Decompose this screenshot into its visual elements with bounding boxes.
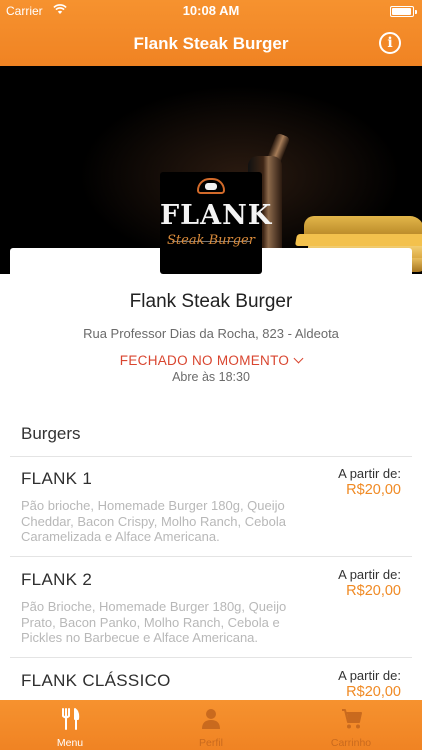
item-description: Pão Brioche, Homemade Burger 180g, Queij…	[21, 599, 287, 645]
opening-status-toggle[interactable]: FECHADO NO MOMENTO	[0, 353, 422, 368]
page-title: Flank Steak Burger	[133, 34, 289, 53]
app-header: Carrier 10:08 AM Flank Steak Burger i	[0, 0, 422, 66]
info-icon[interactable]: i	[379, 32, 401, 54]
tab-carrinho[interactable]: Carrinho	[281, 700, 421, 750]
item-price: R$20,00	[346, 583, 401, 599]
restaurant-address: Rua Professor Dias da Rocha, 823 - Aldeo…	[83, 326, 339, 341]
status-bar: Carrier 10:08 AM	[0, 0, 422, 22]
price-from-label: A partir de:	[338, 668, 401, 683]
chevron-down-icon	[293, 353, 304, 364]
tab-perfil[interactable]: Perfil	[141, 700, 281, 750]
opening-hours: Abre às 18:30	[172, 370, 250, 384]
logo-name: FLANK	[160, 200, 273, 231]
item-name: FLANK CLÁSSICO	[21, 671, 171, 690]
clock: 10:08 AM	[182, 3, 240, 18]
price-from-label: A partir de:	[338, 567, 401, 582]
status-label: FECHADO NO MOMENTO	[119, 353, 290, 368]
menu-item[interactable]: FLANK 2 Pão Brioche, Homemade Burger 180…	[0, 558, 422, 658]
item-price: R$20,00	[346, 684, 401, 700]
restaurant-name: Flank Steak Burger	[129, 291, 293, 312]
battery-icon	[390, 6, 417, 17]
tab-menu[interactable]: Menu	[0, 700, 140, 750]
menu-item[interactable]: FLANK 1 Pão brioche, Homemade Burger 180…	[0, 457, 422, 557]
item-name: FLANK 2	[21, 570, 93, 589]
cart-icon	[342, 709, 362, 729]
price-from-label: A partir de:	[338, 466, 401, 481]
item-name: FLANK 1	[21, 469, 93, 488]
fork-knife-icon	[62, 708, 80, 730]
divider	[10, 556, 412, 557]
item-description: Pão brioche, Homemade Burger 180g, Queij…	[21, 498, 286, 544]
tab-label: Menu	[56, 737, 84, 749]
section-title: Burgers	[21, 424, 81, 443]
logo-subtitle: Steak Burger	[167, 233, 255, 248]
person-icon	[202, 709, 220, 729]
item-price: R$20,00	[346, 482, 401, 498]
restaurant-logo: FLANK Steak Burger	[160, 172, 273, 274]
divider	[10, 657, 412, 658]
crest-icon	[197, 178, 225, 194]
tab-bar: Menu Perfil Carrinho	[0, 700, 422, 750]
tab-label: Perfil	[199, 737, 223, 749]
tab-label: Carrinho	[330, 737, 372, 749]
